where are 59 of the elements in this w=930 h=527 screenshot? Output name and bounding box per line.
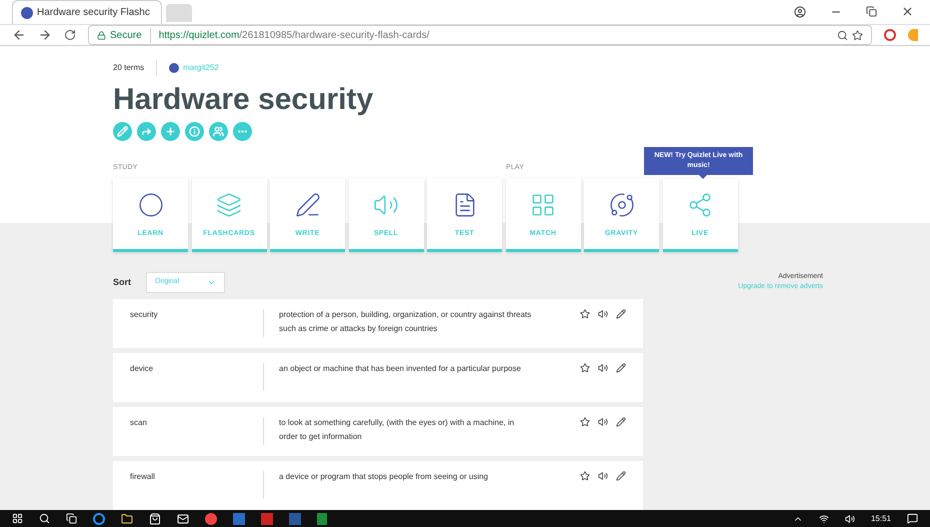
app-icon[interactable] — [233, 512, 245, 524]
url-text: https://quizlet.com/261810985/hardware-security-flash-cards/ — [158, 28, 430, 42]
speaker-icon[interactable] — [598, 416, 608, 426]
close-icon[interactable] — [901, 5, 914, 18]
speaker-icon[interactable] — [598, 308, 608, 318]
definition-text: protection of a person, building, organization, or country against threats such as crime or attacks by foreign countries — [278, 308, 532, 335]
info-icon — [189, 126, 200, 137]
edit-icon[interactable] — [616, 308, 626, 318]
tab-title: Hardware security Flashc — [37, 6, 150, 20]
network-icon[interactable] — [818, 514, 829, 524]
address-bar[interactable]: Secure https://quizlet.com/261810985/hardware-security-flash-cards/ — [88, 25, 872, 45]
lock-icon — [97, 30, 106, 40]
definition-text: a device or program that stops people from seeing or using — [278, 470, 490, 483]
notification-icon[interactable] — [907, 513, 918, 524]
extension-icon[interactable] — [884, 29, 896, 41]
search-icon[interactable] — [837, 30, 848, 40]
term-text: firewall — [130, 470, 264, 498]
speaker-icon[interactable] — [598, 470, 608, 480]
sort-label: Sort — [113, 276, 132, 288]
task-view-icon[interactable] — [66, 513, 77, 524]
browser-tab[interactable]: Hardware security Flashc — [12, 0, 162, 24]
mail-icon[interactable] — [177, 512, 189, 524]
edit-icon[interactable] — [616, 362, 626, 372]
people-icon — [213, 126, 224, 137]
edit-icon — [117, 126, 128, 137]
clock-time[interactable]: 15:51 — [870, 512, 891, 524]
set-title: Hardware security — [113, 82, 374, 118]
store-icon[interactable] — [149, 512, 161, 524]
add-icon — [165, 126, 176, 137]
speaker-icon[interactable] — [844, 514, 855, 524]
start-icon[interactable] — [12, 513, 23, 524]
folder-icon[interactable] — [121, 512, 133, 524]
avatar-icon — [169, 63, 180, 73]
edit-icon[interactable] — [616, 470, 626, 480]
edit-icon[interactable] — [616, 416, 626, 426]
star-icon[interactable] — [580, 416, 590, 426]
secure-label: Secure — [110, 28, 151, 42]
star-icon[interactable] — [580, 308, 590, 318]
speaker-icon[interactable] — [598, 362, 608, 372]
app-icon[interactable] — [261, 512, 273, 524]
term-text: security — [130, 308, 264, 336]
definition-text: to look at something carefully, (with the eyes or) with a machine, in order to get information — [278, 416, 516, 443]
share-icon — [141, 126, 152, 137]
tiles-icon — [530, 192, 556, 218]
back-icon[interactable] — [12, 28, 26, 42]
term-count: 20 terms — [113, 60, 158, 76]
reload-icon[interactable] — [64, 29, 76, 41]
term-text: device — [130, 362, 264, 390]
site-logo-icon — [21, 6, 33, 18]
pencil-icon — [294, 192, 320, 218]
star-icon[interactable] — [852, 30, 863, 40]
definition-text: an object or machine that has been invented for a particular purpose — [278, 362, 522, 375]
restore-icon[interactable] — [866, 6, 877, 17]
author-link[interactable]: margit252 — [183, 62, 219, 74]
star-icon[interactable] — [580, 362, 590, 372]
star-icon[interactable] — [580, 470, 590, 480]
term-text: scan — [130, 416, 264, 444]
profile-icon[interactable] — [794, 6, 806, 18]
forward-icon[interactable] — [38, 28, 52, 42]
